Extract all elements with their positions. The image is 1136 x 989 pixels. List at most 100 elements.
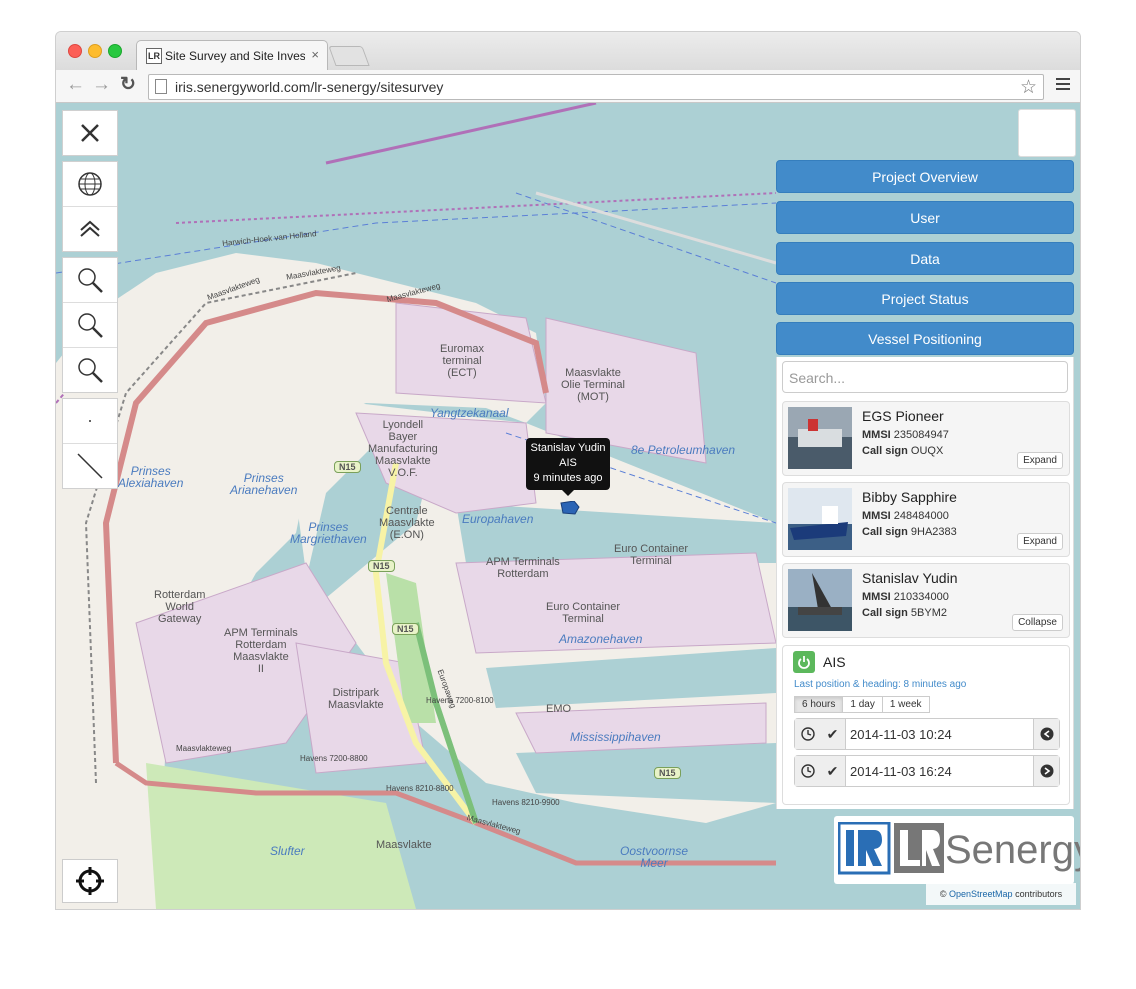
point-icon (89, 420, 91, 422)
logo-text: Senergy (945, 828, 1080, 872)
bookmark-star-icon[interactable]: ☆ (1020, 76, 1037, 99)
breakwater (535, 191, 777, 265)
label-europahaven: Europahaven (462, 512, 534, 526)
label-apm-maasvlakte: APM Terminals Rotterdam Maasvlakte II (224, 627, 298, 675)
vessel-callsign: Call sign 5BYM2 (862, 607, 947, 619)
draw-line-button[interactable] (63, 444, 117, 488)
tooltip-name: Stanislav Yudin (530, 442, 606, 454)
line-icon (77, 453, 103, 479)
draw-point-button[interactable] (63, 399, 117, 444)
new-tab-button[interactable] (328, 46, 370, 66)
clock-icon[interactable] (795, 756, 821, 786)
browser-tab[interactable]: LR Site Survey and Site Invest × (136, 40, 328, 71)
label-yangtzekanaal: Yangtzekanaal (430, 406, 509, 420)
range-6-hours[interactable]: 6 hours (794, 696, 844, 713)
label-petroleumhaven: 8e Petroleumhaven (631, 443, 736, 457)
vessel-callsign: Call sign 9HA2383 (862, 526, 957, 538)
time-range-selector: 6 hours 1 day 1 week (794, 696, 930, 713)
project-overview-button[interactable]: Project Overview (776, 160, 1074, 193)
vessel-name: Bibby Sapphire (862, 489, 957, 505)
zoom-in-icon (78, 268, 103, 293)
road-shield-n15-4: N15 (654, 767, 681, 779)
draw-controls (62, 398, 118, 489)
vessel-card: Stanislav Yudin MMSI 210334000 Call sign… (782, 563, 1070, 638)
label-euro-container-2: Euro Container Terminal (546, 601, 620, 625)
project-status-button[interactable]: Project Status (776, 282, 1074, 315)
browser-toolbar: ← → ↻ iris.senergyworld.com/lr-senergy/s… (56, 70, 1080, 103)
end-datetime-field: ✔ 2014-11-03 16:24 (794, 755, 1060, 787)
vessel-positioning-button[interactable]: Vessel Positioning (776, 322, 1074, 355)
label-havens-7200-8100: Havens 7200-8100 (426, 696, 494, 705)
end-datetime-value[interactable]: 2014-11-03 16:24 (850, 764, 952, 779)
start-datetime-field: ✔ 2014-11-03 10:24 (794, 718, 1060, 750)
layer-controls (62, 161, 118, 252)
label-havens-8210-8800: Havens 8210-8800 (386, 784, 454, 793)
check-icon[interactable]: ✔ (820, 756, 846, 786)
tools-button[interactable] (63, 111, 117, 155)
back-icon[interactable]: ← (66, 75, 85, 95)
collapse-up-button[interactable] (63, 207, 117, 251)
zoom-out-button[interactable] (63, 303, 117, 348)
vessel-mmsi: MMSI 248484000 (862, 510, 949, 522)
close-window-button[interactable] (68, 44, 82, 58)
label-slufter: Slufter (270, 844, 305, 858)
label-maasvlakteweg-d: Maasvlakteweg (176, 744, 232, 753)
label-euromax: Euromax terminal (ECT) (440, 343, 485, 379)
label-prinses-alexiahaven: Prinses Alexiahaven (118, 464, 184, 490)
map-attribution: © OpenStreetMap contributors (926, 883, 1076, 905)
lr-senergy-logo: Senergy (834, 816, 1080, 884)
ferry-route (56, 202, 777, 274)
reload-icon[interactable]: ↻ (120, 75, 136, 95)
tooltip-age: 9 minutes ago (533, 472, 603, 484)
label-havens-7200-8800: Havens 7200-8800 (300, 754, 368, 763)
expand-button[interactable]: Expand (1017, 452, 1063, 469)
osm-link[interactable]: OpenStreetMap (949, 889, 1013, 899)
browser-menu-icon[interactable] (1056, 78, 1070, 93)
check-icon[interactable]: ✔ (820, 719, 846, 749)
label-havens-8210-9900: Havens 8210-9900 (492, 798, 560, 807)
forward-icon[interactable]: → (92, 75, 111, 95)
label-prinses-arianehaven: Prinses Arianehaven (230, 471, 298, 497)
road-shield-n15-2: N15 (368, 560, 395, 572)
page-icon (155, 79, 167, 94)
range-1-day[interactable]: 1 day (842, 696, 883, 713)
lr-logo-mark-icon (838, 822, 944, 875)
panel-toggle-button[interactable] (1018, 109, 1076, 157)
crosshair-icon (76, 867, 104, 895)
ais-last-position: Last position & heading: 8 minutes ago (794, 679, 967, 690)
label-euro-container: Euro Container Terminal (614, 543, 688, 567)
label-centrale: Centrale Maasvlakte (E.ON) (379, 505, 435, 541)
data-button[interactable]: Data (776, 242, 1074, 275)
clock-icon[interactable] (795, 719, 821, 749)
label-mot: Maasvlakte Olie Terminal (MOT) (561, 367, 625, 403)
vessel-positioning-panel: Search... EGS Pioneer MMSI 235084947 Cal… (776, 357, 1074, 809)
range-1-week[interactable]: 1 week (881, 696, 930, 713)
zoom-extent-button[interactable] (63, 348, 117, 392)
go-left-icon[interactable] (1033, 719, 1059, 749)
tab-close-icon[interactable]: × (311, 47, 319, 62)
globe-button[interactable] (63, 162, 117, 207)
user-button[interactable]: User (776, 201, 1074, 234)
maximize-window-button[interactable] (108, 44, 122, 58)
expand-button[interactable]: Expand (1017, 533, 1063, 550)
label-apm-rotterdam: APM Terminals Rotterdam (486, 556, 560, 580)
road-shield-n15-3: N15 (392, 623, 419, 635)
go-right-icon[interactable] (1033, 756, 1059, 786)
vessel-search-input[interactable]: Search... (782, 361, 1068, 393)
map-viewport[interactable]: Euromax terminal (ECT) Maasvlakte Olie Term… (56, 103, 1080, 909)
address-bar[interactable]: iris.senergyworld.com/lr-senergy/sitesur… (148, 74, 1044, 100)
locate-button[interactable] (62, 859, 118, 903)
tab-title: Site Survey and Site Invest (165, 49, 305, 63)
vessel-mmsi: MMSI 235084947 (862, 429, 949, 441)
power-icon (798, 656, 810, 669)
title-bar: LR Site Survey and Site Invest × (56, 32, 1080, 71)
vessel-tooltip: Stanislav Yudin AIS 9 minutes ago (526, 438, 610, 496)
minimize-window-button[interactable] (88, 44, 102, 58)
start-datetime-value[interactable]: 2014-11-03 10:24 (850, 727, 952, 742)
ais-toggle-button[interactable] (793, 651, 815, 673)
favicon-icon: LR (146, 48, 162, 64)
vessel-marker-icon[interactable] (560, 501, 580, 515)
collapse-button[interactable]: Collapse (1012, 614, 1063, 631)
tooltip-source: AIS (559, 457, 577, 469)
zoom-in-button[interactable] (63, 258, 117, 303)
